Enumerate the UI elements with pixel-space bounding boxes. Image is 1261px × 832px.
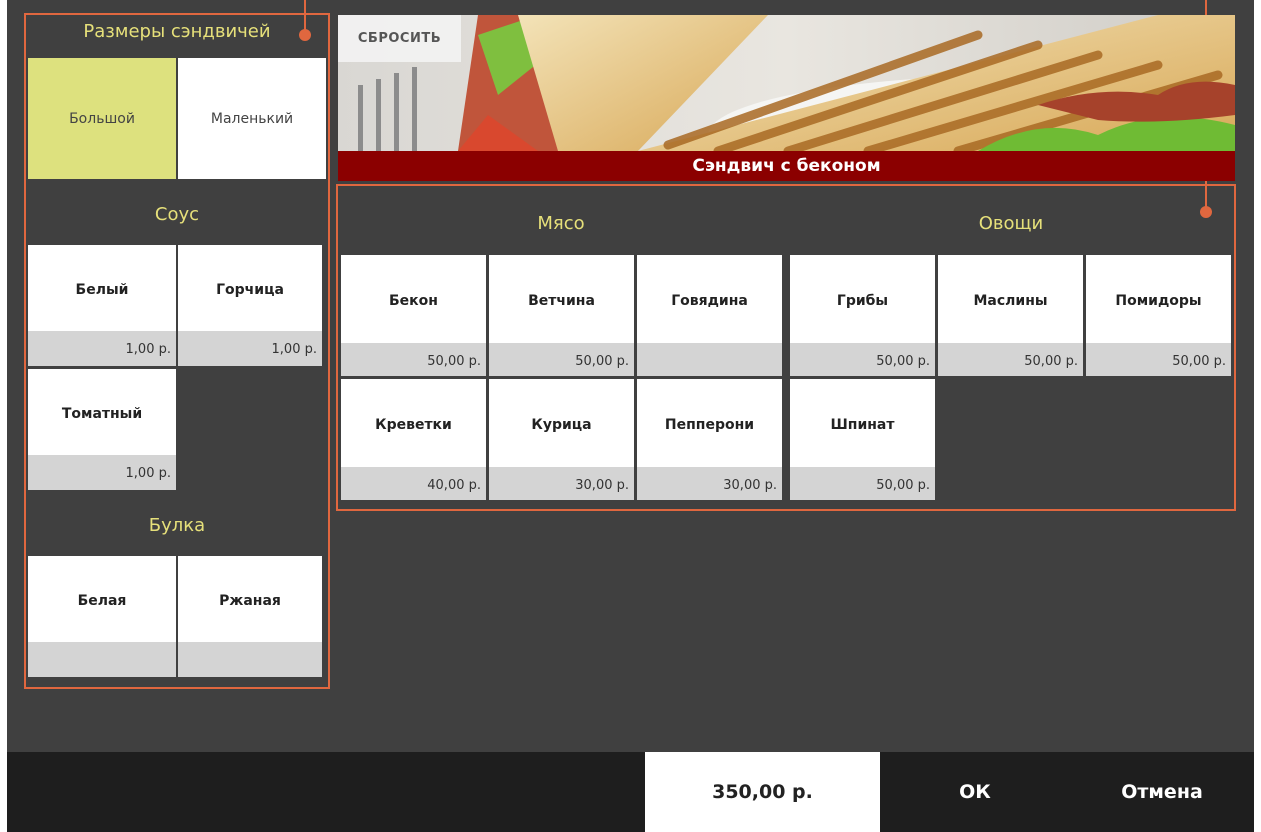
sizes-title: Размеры сэндвичей <box>83 21 271 42</box>
veg-tile-mushrooms[interactable]: Грибы 50,00 р. <box>790 255 935 376</box>
size-large-label: Большой <box>69 110 135 127</box>
bun-title: Булка <box>148 515 206 536</box>
sauce-tile-tomato[interactable]: Томатный 1,00 р. <box>28 369 176 490</box>
meat-tile-name: Бекон <box>389 293 438 309</box>
meat-tile-chicken[interactable]: Курица 30,00 р. <box>489 379 634 500</box>
meat-tile-pepperoni[interactable]: Пепперони 30,00 р. <box>637 379 782 500</box>
bun-tile-rye[interactable]: Ржаная <box>178 556 322 677</box>
product-title: Сэндвич с беконом <box>338 151 1235 181</box>
size-small-tile[interactable]: Маленький <box>178 58 326 179</box>
sauce-tile-mustard[interactable]: Горчица 1,00 р. <box>178 245 322 366</box>
veg-tile-price: 50,00 р. <box>1086 343 1231 376</box>
veg-tile-price: 50,00 р. <box>790 343 935 376</box>
bun-tile-price <box>178 642 322 677</box>
veg-tile-name: Грибы <box>836 293 889 309</box>
meat-tile-beef[interactable]: Говядина <box>637 255 782 376</box>
cancel-button[interactable]: Отмена <box>1070 752 1254 832</box>
meat-tile-price: 30,00 р. <box>637 467 782 500</box>
bun-tile-price <box>28 642 176 677</box>
meat-tile-price: 40,00 р. <box>341 467 486 500</box>
bun-tile-white[interactable]: Белая <box>28 556 176 677</box>
meat-tile-name: Ветчина <box>528 293 595 309</box>
sandwich-banner-image <box>338 15 1235 151</box>
sauce-tile-name: Горчица <box>216 282 284 298</box>
sauce-title: Соус <box>154 204 200 225</box>
size-small-label: Маленький <box>210 110 294 127</box>
meat-tile-price: 30,00 р. <box>489 467 634 500</box>
veg-tile-tomatoes[interactable]: Помидоры 50,00 р. <box>1086 255 1231 376</box>
veg-tile-name: Помидоры <box>1115 293 1202 309</box>
modifier-dialog: Размеры сэндвичей Большой Маленький Соус… <box>7 0 1254 832</box>
meat-tile-name: Курица <box>531 417 592 433</box>
size-large-tile[interactable]: Большой <box>28 58 176 179</box>
bun-tile-name: Ржаная <box>219 593 281 609</box>
reset-button[interactable]: СБРОСИТЬ <box>338 15 461 62</box>
meat-tile-name: Пепперони <box>664 417 755 433</box>
veg-tile-name: Маслины <box>973 293 1048 309</box>
sauce-tile-white[interactable]: Белый 1,00 р. <box>28 245 176 366</box>
veg-tile-price: 50,00 р. <box>790 467 935 500</box>
total-price: 350,00 р. <box>645 752 880 832</box>
veg-tile-name: Шпинат <box>830 417 895 433</box>
meat-tile-name: Говядина <box>671 293 748 309</box>
meat-tile-price <box>637 343 782 376</box>
sauce-tile-price: 1,00 р. <box>28 455 176 490</box>
meat-title: Мясо <box>537 213 585 234</box>
veg-tile-olives[interactable]: Маслины 50,00 р. <box>938 255 1083 376</box>
meat-tile-price: 50,00 р. <box>341 343 486 376</box>
meat-tile-price: 50,00 р. <box>489 343 634 376</box>
veg-tile-spinach[interactable]: Шпинат 50,00 р. <box>790 379 935 500</box>
meat-tile-ham[interactable]: Ветчина 50,00 р. <box>489 255 634 376</box>
sauce-tile-price: 1,00 р. <box>178 331 322 366</box>
veg-tile-price: 50,00 р. <box>938 343 1083 376</box>
sauce-tile-name: Белый <box>75 282 129 298</box>
sauce-tile-name: Томатный <box>61 406 143 422</box>
veg-title: Овощи <box>978 213 1044 234</box>
bun-tile-name: Белая <box>77 593 127 609</box>
ok-button[interactable]: ОК <box>880 752 1070 832</box>
meat-tile-name: Креветки <box>375 417 452 433</box>
meat-tile-shrimp[interactable]: Креветки 40,00 р. <box>341 379 486 500</box>
meat-tile-bacon[interactable]: Бекон 50,00 р. <box>341 255 486 376</box>
sauce-tile-price: 1,00 р. <box>28 331 176 366</box>
